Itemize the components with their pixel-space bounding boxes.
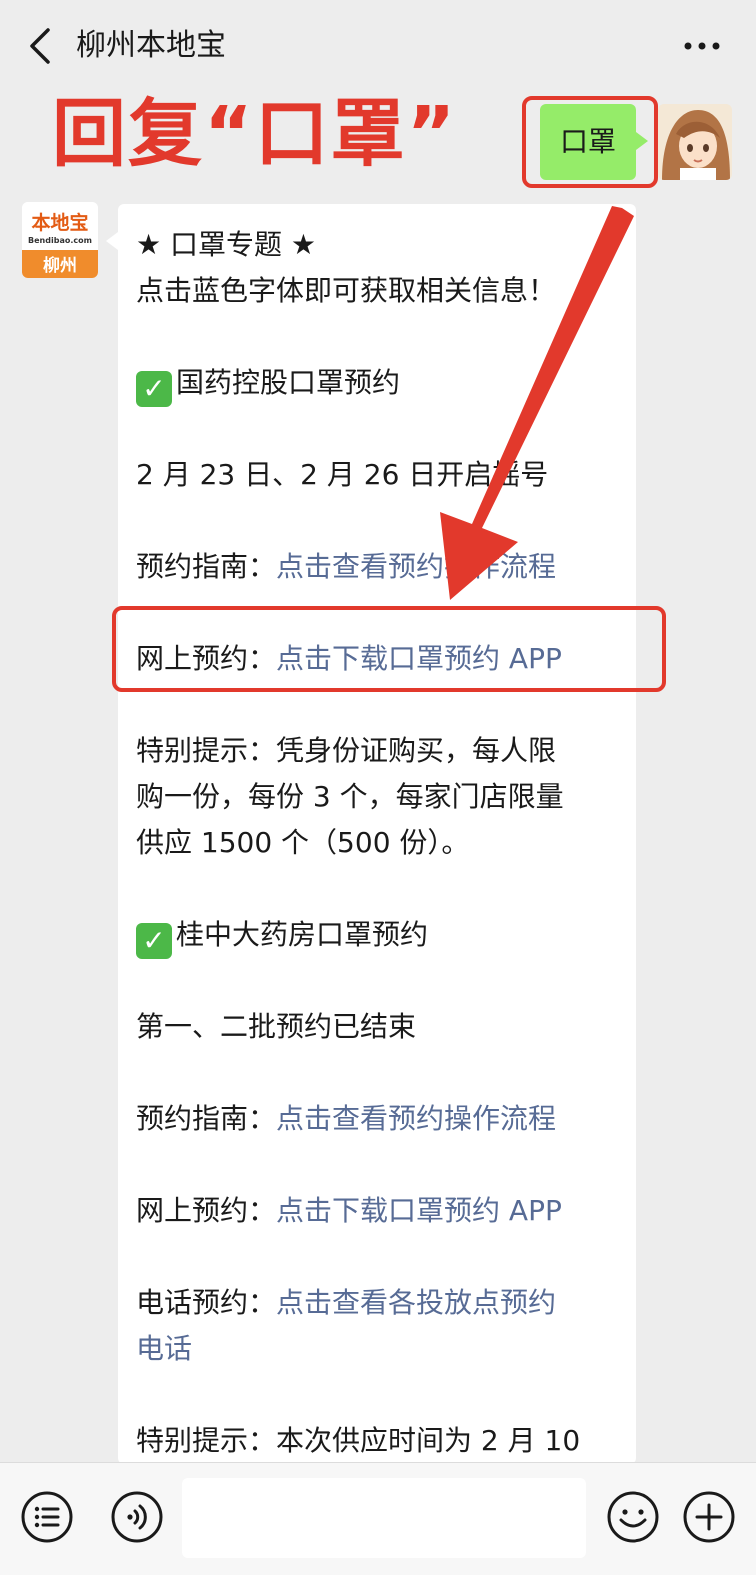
list-menu-icon[interactable] (20, 1490, 74, 1544)
plus-icon[interactable] (682, 1490, 736, 1544)
logo-brand: 本地宝 (31, 211, 88, 234)
voice-icon[interactable] (110, 1490, 164, 1544)
top-bar: 柳州本地宝 (0, 0, 756, 92)
user-avatar[interactable] (658, 104, 732, 180)
msg-batch-ended: 第一、二批预约已结束 (136, 1010, 417, 1043)
bendibao-logo: 本地宝 Bendibao.com 柳州 (22, 202, 98, 278)
check-mark-icon: ✓ (136, 371, 172, 407)
official-account-avatar[interactable]: 本地宝 Bendibao.com 柳州 (22, 202, 98, 278)
message-input[interactable] (182, 1478, 586, 1558)
msg-notice-line-1: 特别提示：凭身份证购买，每人限 (136, 734, 557, 767)
logo-city: 柳州 (43, 255, 77, 276)
msg-notice-2: 特别提示：本次供应时间为 2 月 10 (136, 1424, 581, 1457)
link-view-guide[interactable]: 点击查看预约操作流程 (276, 550, 556, 583)
msg-notice-line-2: 购一份，每份 3 个，每家门店限量 (136, 780, 564, 813)
link-view-guide-2[interactable]: 点击查看预约操作流程 (276, 1102, 556, 1135)
row-label: 预约指南： (136, 550, 277, 583)
highlight-box-outgoing (522, 96, 658, 188)
user-avatar-illustration (658, 104, 732, 180)
row-label: 预约指南： (136, 1102, 277, 1135)
chevron-left-icon[interactable] (22, 24, 62, 68)
row-label: 电话预约： (136, 1286, 277, 1319)
msg-phone-row-cont: 电话 (136, 1326, 192, 1372)
more-dots-icon[interactable] (680, 30, 724, 62)
highlight-box-download-link (112, 606, 666, 692)
msg-heading: ★ 口罩专题 ★ (136, 228, 317, 261)
chat-title: 柳州本地宝 (76, 28, 226, 63)
link-phone-list-cont[interactable]: 电话 (136, 1332, 192, 1365)
link-download-app-2[interactable]: 点击下载口罩预约 APP (276, 1194, 562, 1227)
msg-guide-row-2: 预约指南：点击查看预约操作流程 (136, 1096, 556, 1142)
msg-online-row-2: 网上预约：点击下载口罩预约 APP (136, 1188, 562, 1234)
msg-lottery-dates: 2 月 23 日、2 月 26 日开启摇号 (136, 458, 549, 491)
msg-guide-row: 预约指南：点击查看预约操作流程 (136, 544, 556, 590)
msg-hint: 点击蓝色字体即可获取相关信息！ (136, 274, 557, 307)
logo-domain: Bendibao.com (28, 236, 92, 245)
smiley-icon[interactable] (606, 1490, 660, 1544)
section-title-text: 桂中大药房口罩预约 (176, 918, 429, 951)
section-title-guizhong: ✓ 桂中大药房口罩预约 (136, 912, 428, 959)
chat-screen: 柳州本地宝 回复“口罩” 口罩 本地宝 Bendibao.com 柳州 ★ 口罩… (0, 0, 756, 1575)
check-mark-icon: ✓ (136, 923, 172, 959)
msg-notice-line-3: 供应 1500 个（500 份）。 (136, 826, 470, 859)
annotation-reply-keyword: 回复“口罩” (52, 91, 458, 177)
row-label: 网上预约： (136, 1194, 277, 1227)
section-title-guoyao: ✓ 国药控股口罩预约 (136, 360, 400, 407)
section-title-text: 国药控股口罩预约 (176, 366, 401, 399)
link-phone-list[interactable]: 点击查看各投放点预约 (276, 1286, 556, 1319)
msg-phone-row: 电话预约：点击查看各投放点预约 (136, 1280, 556, 1326)
